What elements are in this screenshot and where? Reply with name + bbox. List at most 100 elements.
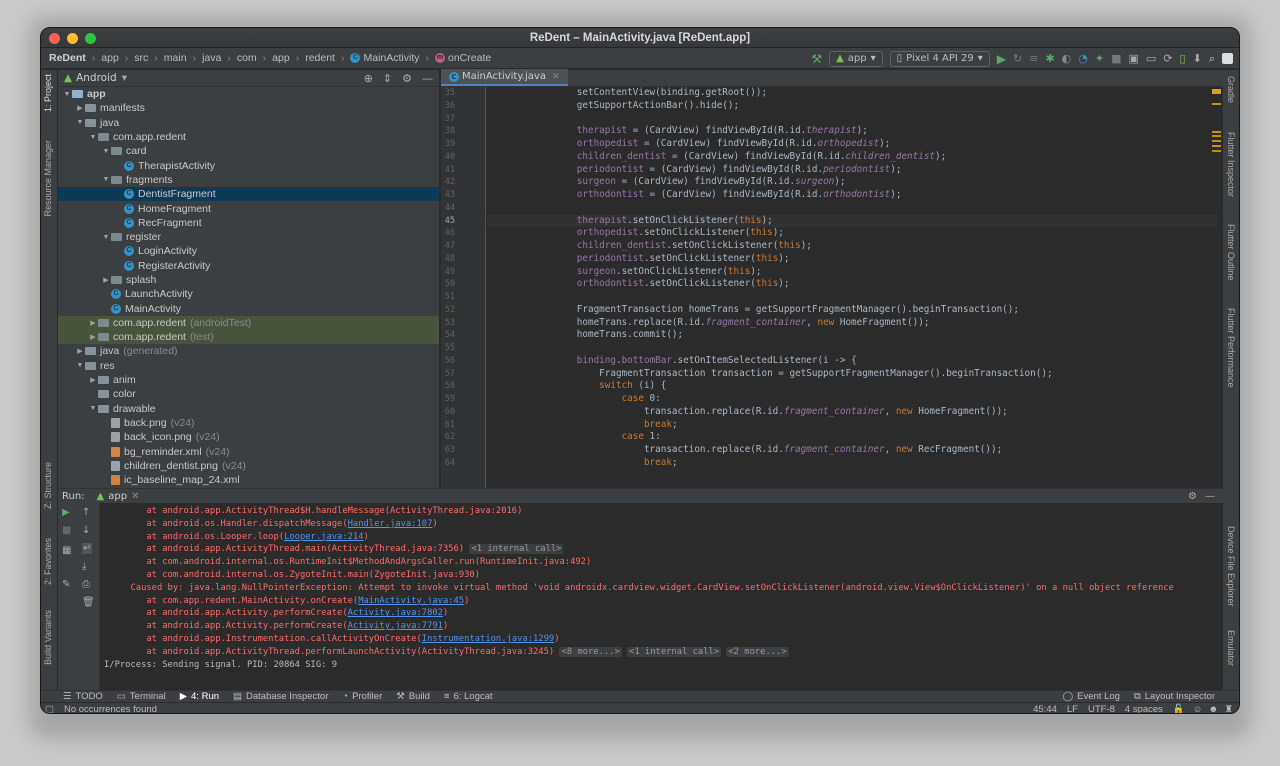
code-text[interactable]: FragmentTransaction transaction = getSup…	[532, 368, 1052, 381]
smiley-icon[interactable]: ☺	[1193, 704, 1203, 714]
tree-item[interactable]: C TherapistActivity	[58, 158, 439, 172]
line-number[interactable]: 35	[441, 87, 455, 100]
line-number[interactable]: 59	[441, 393, 455, 406]
code-text[interactable]: transaction.replace(R.id.fragment_contai…	[532, 444, 1002, 457]
breadcrumb-item[interactable]: MainActivity	[363, 52, 419, 64]
tool-tab-build-variants[interactable]: Build Variants	[43, 610, 53, 665]
coverage-icon[interactable]: ✦	[1095, 52, 1104, 65]
code-line[interactable]: 55	[445, 342, 1217, 355]
code-line[interactable]: 46 orthopedist.setOnClickListener(this);	[445, 227, 1217, 240]
code-line[interactable]: 37	[445, 113, 1217, 126]
code-line[interactable]: 52 FragmentTransaction homeTrans = getSu…	[445, 304, 1217, 317]
terminal-icon[interactable]: ▭	[1146, 52, 1156, 65]
stacktrace-link[interactable]: MainActivity.java:45	[358, 596, 464, 606]
code-line[interactable]: 51	[445, 291, 1217, 304]
breadcrumb-item[interactable]: ReDent	[49, 52, 86, 64]
tree-item[interactable]: ▼ java	[58, 116, 439, 130]
chevron-down-icon[interactable]: ▼	[101, 176, 111, 183]
trash-icon[interactable]: 🗑	[82, 597, 95, 608]
tool-tab-favorites[interactable]: 2: Favorites	[43, 538, 53, 585]
device-manager-icon[interactable]: ▯	[1180, 52, 1186, 65]
chevron-right-icon[interactable]: ▶	[88, 333, 98, 341]
sdk-manager-icon[interactable]: ⬇	[1193, 52, 1202, 65]
tree-item[interactable]: ▼ fragments	[58, 173, 439, 187]
tool-tab-database-inspector[interactable]: ▤ Database Inspector	[233, 691, 328, 702]
line-number[interactable]: 61	[441, 419, 455, 432]
line-number[interactable]: 38	[441, 125, 455, 138]
attach-debugger-icon[interactable]: ◐	[1062, 52, 1072, 65]
print-icon[interactable]: ⎙	[82, 579, 90, 590]
code-text[interactable]: homeTrans.commit();	[532, 329, 683, 342]
tool-tab-layout-inspector[interactable]: ⧉ Layout Inspector	[1134, 691, 1215, 702]
hammer-icon[interactable]: ⚒	[811, 52, 822, 66]
stacktrace-link[interactable]: Instrumentation.java:1299	[422, 634, 554, 644]
code-text[interactable]: therapist.setOnClickListener(this);	[532, 215, 773, 228]
code-line[interactable]: 49 surgeon.setOnClickListener(this);	[445, 266, 1217, 279]
tree-item[interactable]: ▼ card	[58, 144, 439, 158]
console-output[interactable]: at android.app.ActivityThread$H.handleMe…	[104, 505, 1214, 671]
code-line[interactable]: 53 homeTrans.replace(R.id.fragment_conta…	[445, 317, 1217, 330]
line-number[interactable]: 55	[441, 342, 455, 355]
code-text[interactable]: switch (i) {	[532, 380, 666, 393]
code-line[interactable]: 50 orthodontist.setOnClickListener(this)…	[445, 278, 1217, 291]
code-text[interactable]: FragmentTransaction homeTrans = getSuppo…	[532, 304, 1019, 317]
tree-item[interactable]: ▶ com.app.redent (test)	[58, 330, 439, 345]
chevron-right-icon[interactable]: ▶	[75, 347, 85, 355]
code-text[interactable]: orthodontist.setOnClickListener(this);	[532, 278, 790, 291]
scroll-to-end-icon[interactable]: ⤓	[82, 561, 86, 572]
scroll-marker[interactable]	[1212, 135, 1221, 137]
apply-changes-icon[interactable]: ≡	[1029, 52, 1038, 65]
code-line[interactable]: 44	[445, 202, 1217, 215]
folded-frames-badge[interactable]: <8 more...>	[559, 646, 622, 657]
tree-item[interactable]: bg_reminder.xml (v24)	[58, 444, 439, 458]
close-window-button[interactable]	[49, 33, 60, 44]
code-line[interactable]: 43 orthodontist = (CardView) findViewByI…	[445, 189, 1217, 202]
code-line[interactable]: 60 transaction.replace(R.id.fragment_con…	[445, 406, 1217, 419]
tree-item[interactable]: C LoginActivity	[58, 244, 439, 258]
code-line[interactable]: 39 orthopedist = (CardView) findViewById…	[445, 138, 1217, 151]
indent-setting[interactable]: 4 spaces	[1125, 704, 1163, 714]
tool-tab-profiler[interactable]: ◔ Profiler	[342, 691, 382, 702]
panel-toggle-icon[interactable]: ▢	[45, 704, 54, 714]
code-line[interactable]: 54 homeTrans.commit();	[445, 329, 1217, 342]
tree-item[interactable]: ▶ com.app.redent (androidTest)	[58, 315, 439, 331]
tree-item[interactable]: back_icon.png (v24)	[58, 430, 439, 444]
tree-item[interactable]: C DentistFragment	[58, 187, 439, 202]
breadcrumb-item[interactable]: com	[237, 52, 257, 64]
line-number[interactable]: 60	[441, 406, 455, 419]
chevron-right-icon[interactable]: ▶	[75, 104, 85, 112]
code-text[interactable]: surgeon.setOnClickListener(this);	[532, 266, 762, 279]
feedback-icon[interactable]: ☻	[1208, 704, 1218, 714]
line-number[interactable]: 39	[441, 138, 455, 151]
code-line[interactable]: 57 FragmentTransaction transaction = get…	[445, 368, 1217, 381]
code-line[interactable]: 38 therapist = (CardView) findViewById(R…	[445, 125, 1217, 138]
stop-icon[interactable]: ■	[1111, 52, 1121, 65]
down-arrow-icon[interactable]: ↓	[82, 525, 90, 536]
stacktrace-link[interactable]: Activity.java:7791	[348, 621, 443, 631]
tree-item[interactable]: C LaunchActivity	[58, 287, 439, 301]
line-number[interactable]: 41	[441, 164, 455, 177]
folded-frames-badge[interactable]: <2 more...>	[726, 646, 789, 657]
code-text[interactable]: orthopedist = (CardView) findViewById(R.…	[532, 138, 890, 151]
code-line[interactable]: 64 break;	[445, 457, 1217, 470]
hide-icon[interactable]: —	[1205, 491, 1215, 502]
breadcrumb-item[interactable]: app	[101, 52, 119, 64]
line-number[interactable]: 47	[441, 240, 455, 253]
profile-icon[interactable]: ◔	[1078, 52, 1088, 65]
scroll-marker[interactable]	[1212, 140, 1221, 142]
memory-icon[interactable]: ♜	[1224, 704, 1233, 714]
breadcrumb-item[interactable]: onCreate	[448, 52, 491, 64]
tree-item[interactable]: color	[58, 387, 439, 401]
code-text[interactable]: getSupportActionBar().hide();	[532, 100, 739, 113]
tree-item[interactable]: ▼ drawable	[58, 402, 439, 416]
chevron-right-icon[interactable]: ▶	[101, 276, 111, 284]
code-line[interactable]: 42 surgeon = (CardView) findViewById(R.i…	[445, 176, 1217, 189]
tool-tab-event-log[interactable]: ◯ Event Log	[1063, 691, 1120, 702]
file-encoding[interactable]: UTF-8	[1088, 704, 1115, 714]
code-text[interactable]: homeTrans.replace(R.id.fragment_containe…	[532, 317, 930, 330]
line-number[interactable]: 51	[441, 291, 455, 304]
close-tab-icon[interactable]: ✕	[552, 72, 560, 82]
code-line[interactable]: 61 break;	[445, 419, 1217, 432]
code-line[interactable]: 35 setContentView(binding.getRoot());	[445, 87, 1217, 100]
line-number[interactable]: 64	[441, 457, 455, 470]
